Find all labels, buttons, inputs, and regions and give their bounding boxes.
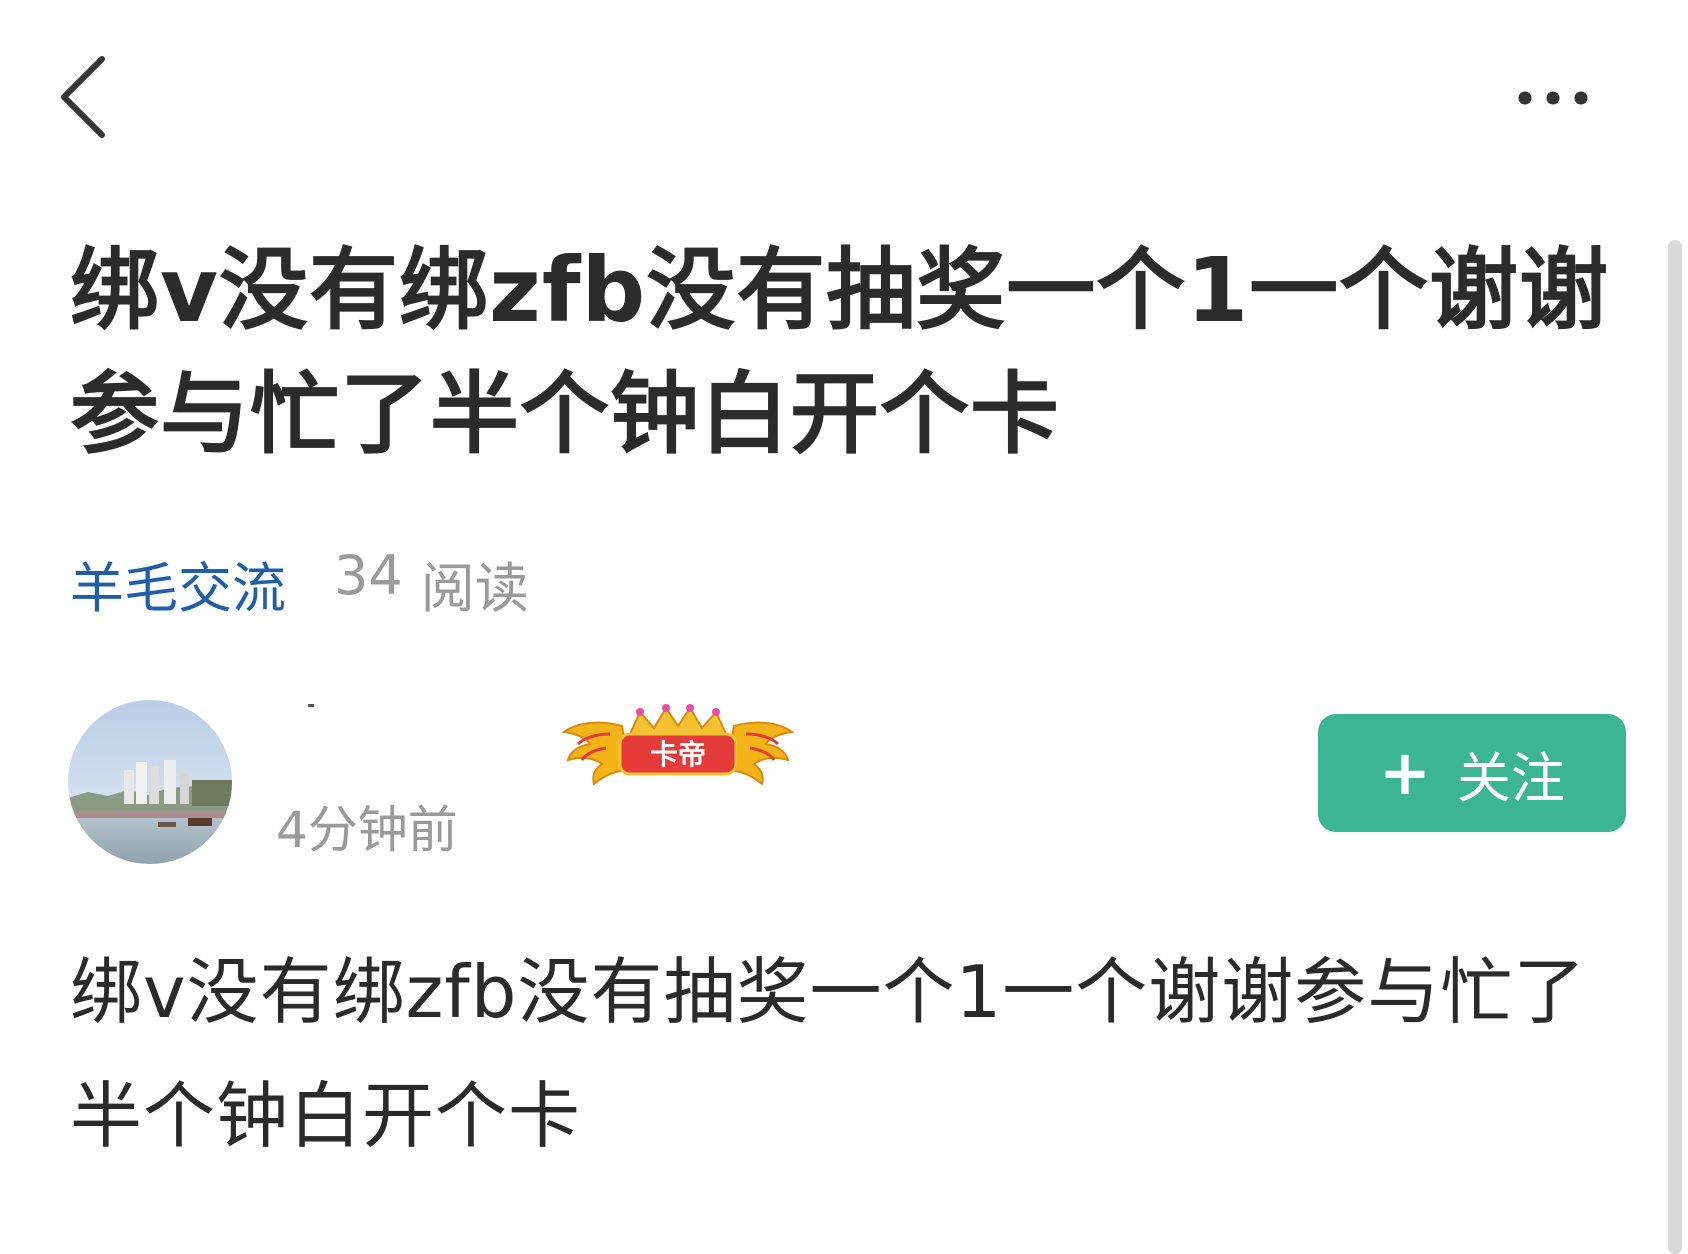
post-body: 绑v没有绑zfb没有抽奖一个1一个谢谢参与忙了半个钟白开个卡 (70, 950, 1587, 1158)
follow-label: 关注 (1456, 746, 1565, 810)
category-link[interactable]: 羊毛交流 (70, 544, 286, 623)
badge-text: 卡帝 (650, 738, 706, 771)
crown-wings-badge: 卡帝 (561, 704, 795, 786)
avatar-image (68, 700, 232, 864)
author-name[interactable] (308, 704, 314, 707)
post-meta: 羊毛交流 34 阅读 (70, 544, 529, 620)
more-dots-icon (1518, 91, 1588, 105)
post-time: 4分钟前 (276, 801, 458, 859)
chevron-left-icon (61, 56, 105, 138)
scrollbar[interactable] (1668, 240, 1682, 1254)
post-title: 绑v没有绑zfb没有抽奖一个1一个谢谢参与忙了半个钟白开个卡 (70, 238, 1610, 466)
read-count-value: 34 (334, 543, 403, 607)
more-button[interactable] (1508, 70, 1598, 126)
back-button[interactable] (48, 52, 118, 142)
post-detail-page: 绑v没有绑zfb没有抽奖一个1一个谢谢参与忙了半个钟白开个卡 羊毛交流 34 阅… (0, 0, 1688, 1254)
plus-icon: + (1379, 736, 1431, 809)
user-level-badge: 卡帝 (560, 704, 796, 790)
read-count: 34 阅读 (334, 544, 529, 623)
read-count-label: 阅读 (420, 556, 529, 620)
author-avatar[interactable] (68, 700, 232, 864)
follow-button[interactable]: + 关注 (1318, 714, 1626, 832)
